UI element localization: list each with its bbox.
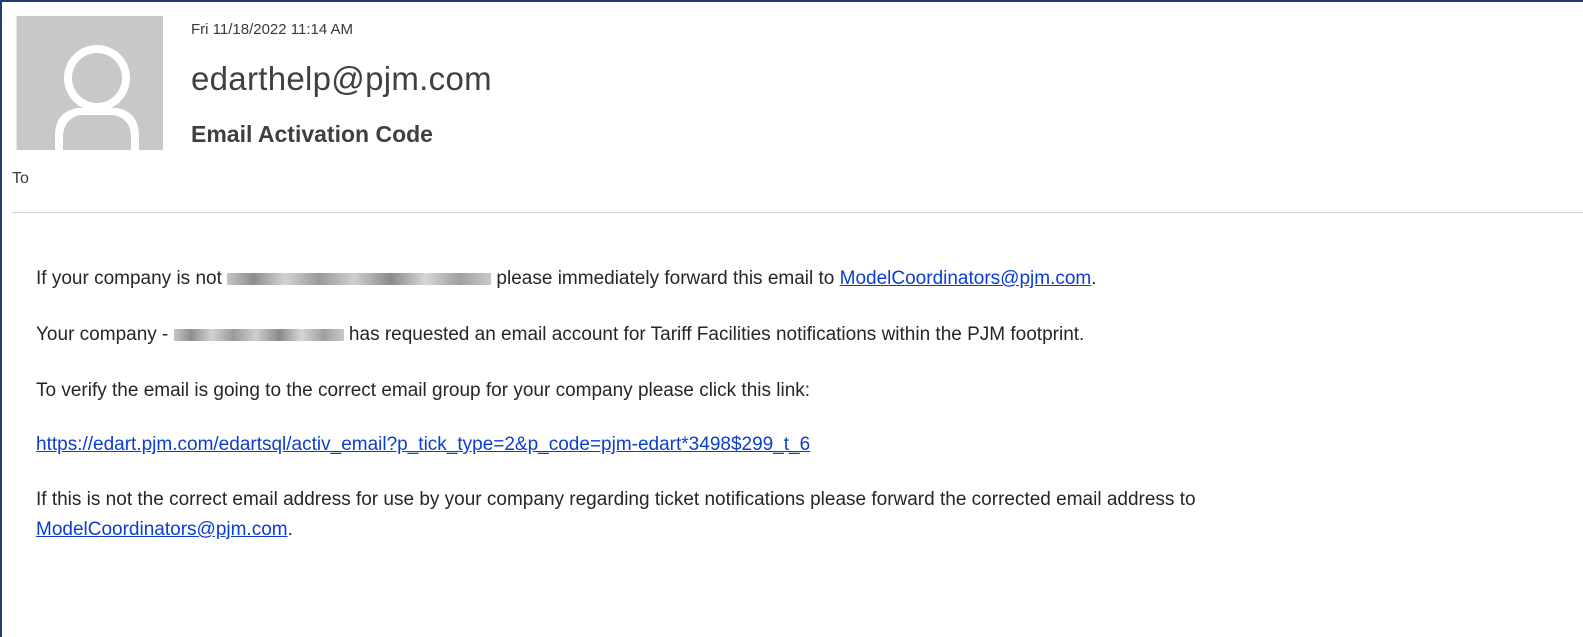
sender-avatar-icon [16,16,163,150]
sender-address[interactable]: edarthelp@pjm.com [191,60,492,98]
email-subject: Email Activation Code [191,121,433,147]
activation-link[interactable]: https://edart.pjm.com/edartsql/activ_ema… [36,434,810,455]
redacted-company-name [227,273,492,285]
redacted-company-name [173,329,344,341]
paragraph-verify-instruction: To verify the email is going to the corr… [36,380,811,401]
paragraph-company-request: Your company - has requested an email ac… [36,324,1085,345]
to-label: To [12,170,29,187]
model-coordinators-link[interactable]: ModelCoordinators@pjm.com [840,268,1092,289]
paragraph-company-check: If your company is not please immediatel… [36,268,1097,289]
header-divider [12,212,1583,213]
paragraph-activation-link: https://edart.pjm.com/edartsql/activ_ema… [36,434,810,456]
email-reading-pane: Fri 11/18/2022 11:14 AM edarthelp@pjm.co… [0,0,1583,637]
sent-date: Fri 11/18/2022 11:14 AM [191,21,354,38]
paragraph-correction-line2: ModelCoordinators@pjm.com. [36,519,293,540]
model-coordinators-link-2[interactable]: ModelCoordinators@pjm.com [36,519,288,540]
paragraph-correction-line1: If this is not the correct email address… [36,489,1196,510]
